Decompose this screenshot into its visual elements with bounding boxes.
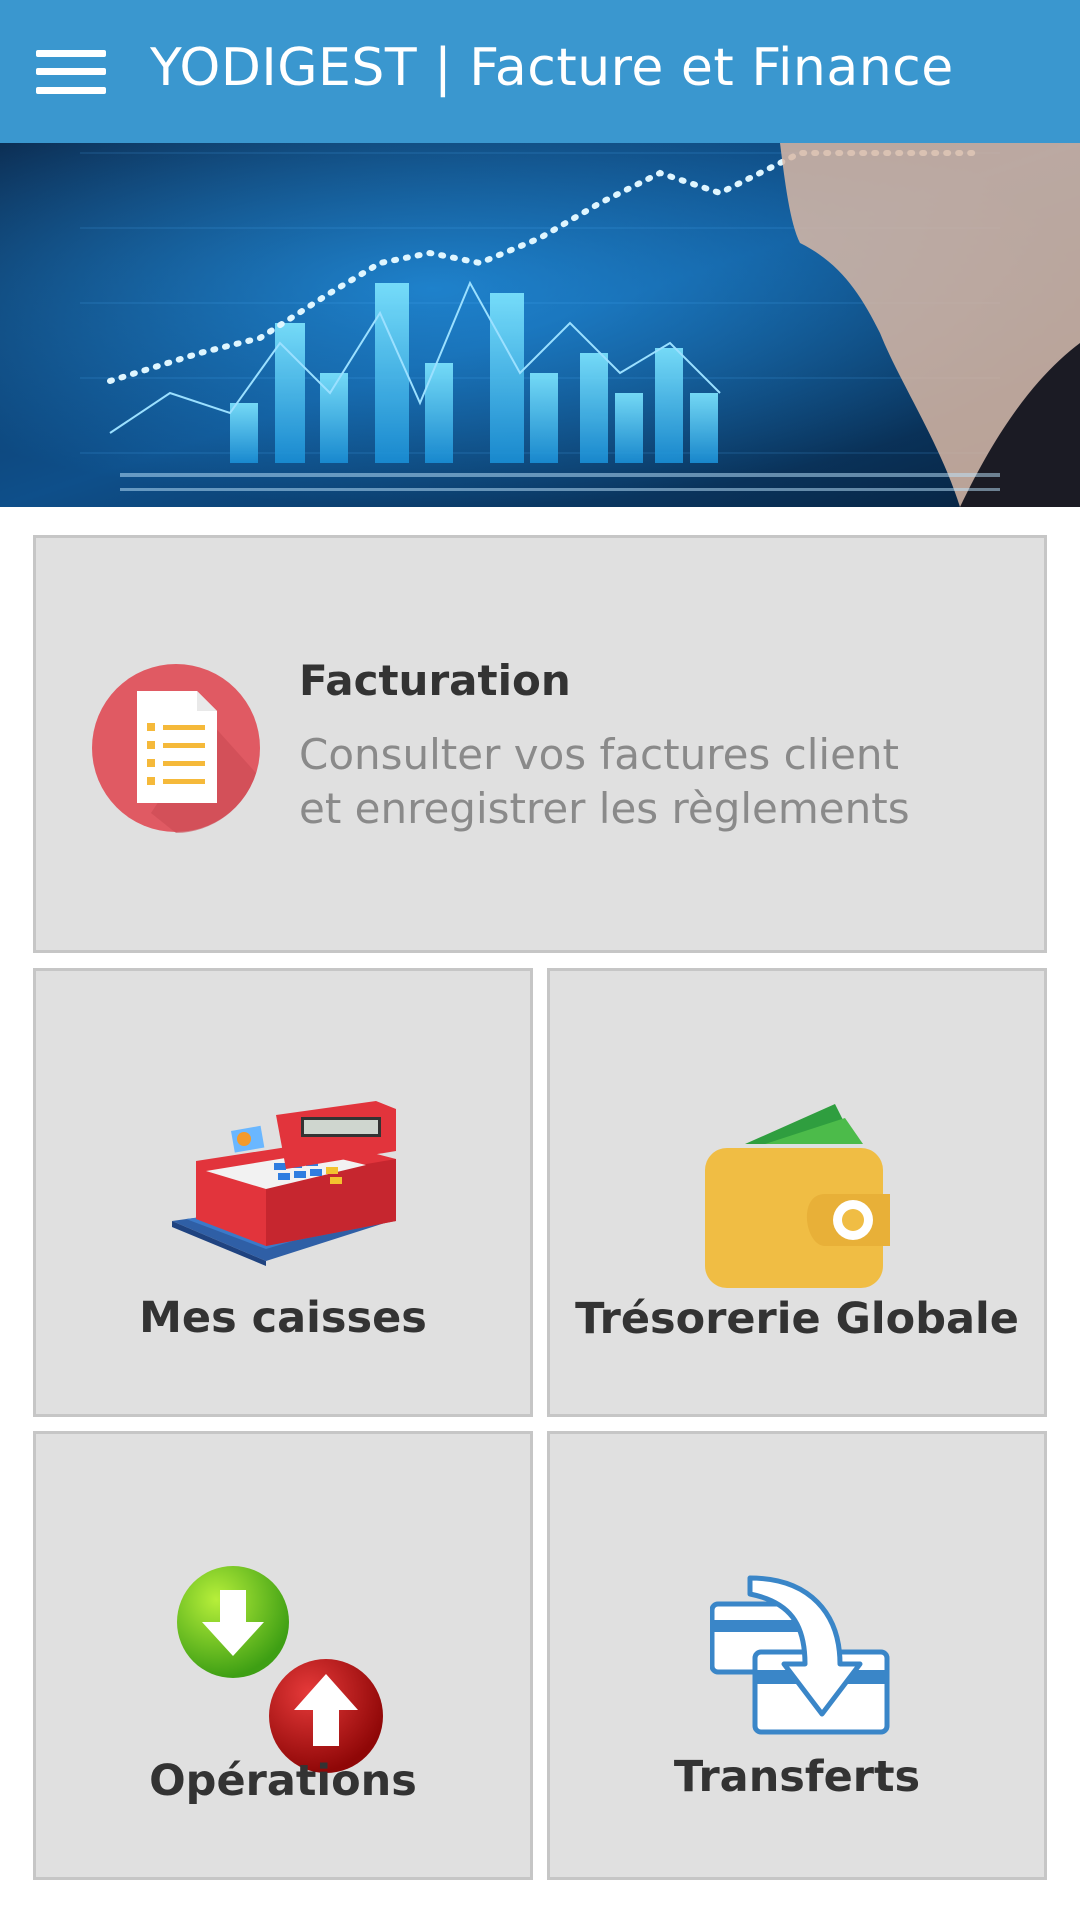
transferts-tile[interactable]: Transferts bbox=[547, 1431, 1047, 1880]
facturation-desc-line-1: Consulter vos factures client bbox=[299, 730, 899, 779]
facturation-title: Facturation bbox=[299, 656, 571, 705]
tresorerie-globale-tile[interactable]: Trésorerie Globale bbox=[547, 968, 1047, 1417]
in-out-arrows-icon bbox=[176, 1564, 396, 1784]
tresorerie-globale-label: Trésorerie Globale bbox=[575, 1294, 1019, 1344]
facturation-desc-line-2: et enregistrer les règlements bbox=[299, 784, 910, 833]
app-bar: YODIGEST | Facture et Finance bbox=[0, 0, 1080, 143]
mes-caisses-tile[interactable]: Mes caisses bbox=[33, 968, 533, 1417]
operations-label: Opérations bbox=[149, 1756, 417, 1806]
transferts-label: Transferts bbox=[673, 1752, 921, 1802]
facturation-tile[interactable]: Facturation Consulter vos factures clien… bbox=[33, 535, 1047, 953]
cash-register-icon bbox=[166, 1101, 406, 1266]
app-title: YODIGEST | Facture et Finance bbox=[150, 38, 954, 98]
operations-tile[interactable]: Opérations bbox=[33, 1431, 533, 1880]
hamburger-menu-icon[interactable] bbox=[34, 44, 108, 100]
mes-caisses-label: Mes caisses bbox=[139, 1293, 427, 1343]
invoice-icon bbox=[91, 663, 261, 833]
facturation-description: Consulter vos factures client et enregis… bbox=[299, 728, 949, 836]
finance-chart-banner bbox=[0, 143, 1080, 507]
wallet-icon bbox=[705, 1096, 890, 1291]
transfer-cards-icon bbox=[709, 1574, 895, 1739]
